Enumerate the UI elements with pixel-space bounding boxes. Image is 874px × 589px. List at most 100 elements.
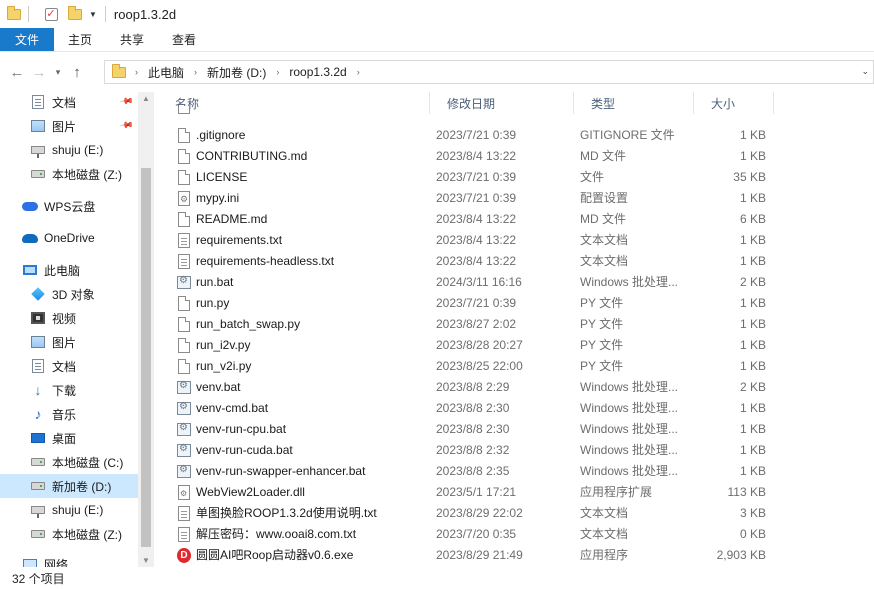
drive-icon (30, 454, 46, 470)
sidebar-item[interactable]: 视频 (30, 306, 138, 330)
file-type: MD 文件 (580, 212, 626, 226)
sidebar-item[interactable]: 文档 (30, 354, 138, 378)
network-icon (22, 556, 38, 567)
table-row-partial[interactable] (168, 106, 774, 116)
breadcrumb-this-pc[interactable]: 此电脑 (148, 64, 184, 81)
file-name: run_i2v.py (196, 337, 251, 352)
new-folder-icon[interactable] (67, 5, 83, 22)
file-size: 1 KB (739, 400, 766, 415)
table-row[interactable]: venv-run-cuda.bat 2023/8/8 2:32 Windows 批处… (168, 439, 774, 460)
forward-icon[interactable]: → (28, 61, 50, 83)
table-row[interactable]: 解压密码：www.ooai8.com.txt 2023/7/20 0:35 文本文档… (168, 523, 774, 544)
sidebar-item-label: 音乐 (52, 407, 77, 422)
table-row[interactable]: run.bat 2024/3/11 16:16 Windows 批处理... 2 KB (168, 271, 774, 292)
file-size: 1 KB (739, 232, 766, 247)
app-exe-icon: D (177, 547, 191, 563)
sidebar-item[interactable]: 3D 对象 (30, 282, 138, 306)
breadcrumb-separator-icon[interactable]: › (194, 67, 197, 77)
table-row[interactable]: venv-cmd.bat 2023/8/8 2:30 Windows 批处理... 1… (168, 397, 774, 418)
properties-check-icon[interactable]: ✓ (43, 6, 59, 22)
table-row[interactable]: run_i2v.py 2023/8/28 20:27 PY 文件 1 KB (168, 334, 774, 355)
blank-file-icon (177, 337, 191, 353)
up-icon[interactable]: ↑ (66, 61, 88, 83)
sidebar-item[interactable]: shuju (E:) (30, 138, 138, 162)
nav-scroll-thumb[interactable] (141, 168, 151, 547)
sidebar-item[interactable]: 此电脑 (22, 258, 138, 282)
drive-icon (30, 166, 46, 182)
tab-file[interactable]: 文件 (0, 28, 54, 51)
network-drive-icon (30, 502, 46, 518)
sidebar-item[interactable]: WPS云盘 (22, 194, 138, 218)
table-row[interactable]: README.md 2023/8/4 13:22 MD 文件 6 KB (168, 208, 774, 229)
address-folder-icon (111, 63, 127, 80)
scroll-up-icon[interactable]: ▲ (142, 94, 150, 103)
pin-icon[interactable]: 📌 (119, 94, 134, 110)
table-row[interactable]: WebView2Loader.dll 2023/5/1 17:21 应用程序扩展 11… (168, 481, 774, 502)
back-icon[interactable]: ← (6, 61, 28, 83)
tab-home[interactable]: 主页 (54, 28, 106, 51)
breadcrumb-separator-icon[interactable]: › (276, 67, 279, 77)
table-row[interactable]: run.py 2023/7/21 0:39 PY 文件 1 KB (168, 292, 774, 313)
sidebar-item[interactable]: 图片 📌 (30, 114, 138, 138)
sidebar-item[interactable]: 本地磁盘 (Z:) (30, 162, 138, 186)
file-date-modified: 2023/8/8 2:30 (436, 400, 510, 415)
sidebar-item[interactable]: 网络 (22, 552, 138, 567)
scroll-down-icon[interactable]: ▼ (142, 556, 150, 565)
file-size: 1 KB (739, 148, 766, 163)
quick-access-separator (28, 6, 29, 22)
folder-icon[interactable] (6, 5, 22, 22)
batch-file-icon (177, 421, 191, 437)
nav-scrollbar[interactable]: ▲ ▼ (138, 92, 154, 567)
table-row[interactable]: run_batch_swap.py 2023/8/27 2:02 PY 文件 1 KB (168, 313, 774, 334)
breadcrumb-drive-d[interactable]: 新加卷 (D:) (207, 64, 266, 81)
table-row[interactable]: run_v2i.py 2023/8/25 22:00 PY 文件 1 KB (168, 355, 774, 376)
sidebar-item[interactable]: 桌面 (30, 426, 138, 450)
file-type: 文件 (580, 170, 605, 184)
file-date-modified: 2023/8/4 13:22 (436, 232, 517, 247)
sidebar-item[interactable]: ♪ 音乐 (30, 402, 138, 426)
address-bar[interactable]: › 此电脑 › 新加卷 (D:) › roop1.3.2d › ⌄ (104, 60, 874, 84)
table-row[interactable]: D 圆圆AI吧Roop启动器v0.6.exe 2023/8/29 21:49 应用程序… (168, 544, 774, 565)
file-size: 1 KB (739, 316, 766, 331)
sidebar-item[interactable]: 本地磁盘 (C:) (30, 450, 138, 474)
table-row[interactable]: venv.bat 2023/8/8 2:29 Windows 批处理... 2 KB (168, 376, 774, 397)
quick-access-dropdown-icon[interactable]: ▼ (89, 10, 97, 19)
navigation-pane: 网络 本地磁盘 (Z:) shuju (E:) 新加卷 (D:) 本地磁盘 (C:) 桌面… (0, 92, 154, 567)
sidebar-item[interactable]: ↓ 下载 (30, 378, 138, 402)
pin-icon[interactable]: 📌 (119, 118, 134, 134)
sidebar-item[interactable]: 新加卷 (D:) (0, 474, 138, 498)
sidebar-item[interactable]: 文档 📌 (30, 92, 138, 114)
table-row[interactable]: requirements.txt 2023/8/4 13:22 文本文档 1 KB (168, 229, 774, 250)
table-row[interactable]: venv-run-cpu.bat 2023/8/8 2:30 Windows 批处理… (168, 418, 774, 439)
address-dropdown-icon[interactable]: ⌄ (861, 66, 869, 77)
breadcrumb-separator-icon[interactable]: › (357, 67, 360, 77)
sidebar-item[interactable]: OneDrive (22, 226, 138, 250)
breadcrumb-separator-icon[interactable]: › (135, 67, 138, 77)
table-row[interactable]: CONTRIBUTING.md 2023/8/4 13:22 MD 文件 1 KB (168, 145, 774, 166)
title-separator (104, 6, 106, 22)
file-date-modified: 2023/7/21 0:39 (436, 190, 517, 205)
sidebar-item[interactable]: shuju (E:) (30, 498, 138, 522)
sidebar-item[interactable]: 图片 (30, 330, 138, 354)
sidebar-item[interactable]: 本地磁盘 (Z:) (30, 522, 138, 546)
document-icon (30, 358, 46, 374)
file-size: 1 KB (739, 295, 766, 310)
recent-locations-icon[interactable]: ▾ (50, 61, 66, 83)
table-row[interactable]: venv-run-swapper-enhancer.bat 2023/8/8 2:… (168, 460, 774, 481)
file-date-modified: 2023/8/29 22:02 (436, 505, 523, 520)
file-type: Windows 批处理... (580, 275, 679, 289)
table-row[interactable]: LICENSE 2023/7/21 0:39 文件 35 KB (168, 166, 774, 187)
text-file-icon (177, 253, 191, 269)
file-date-modified: 2023/7/21 0:39 (436, 169, 517, 184)
file-size: 3 KB (739, 505, 766, 520)
tab-share[interactable]: 共享 (106, 28, 158, 51)
file-type: 文本文档 (580, 506, 629, 520)
table-row[interactable]: mypy.ini 2023/7/21 0:39 配置设置 1 KB (168, 187, 774, 208)
table-row[interactable]: requirements-headless.txt 2023/8/4 13:22 文… (168, 250, 774, 271)
table-row[interactable]: .gitignore 2023/7/21 0:39 GITIGNORE 文件 1 KB (168, 124, 774, 145)
tab-view[interactable]: 查看 (158, 28, 210, 51)
blank-file-icon (177, 127, 191, 143)
sidebar-item-label: 视频 (52, 311, 77, 326)
breadcrumb-current-folder[interactable]: roop1.3.2d (289, 65, 346, 79)
table-row[interactable]: 单图换脸ROOP1.3.2d使用说明.txt 2023/8/29 22:02 文本文… (168, 502, 774, 523)
